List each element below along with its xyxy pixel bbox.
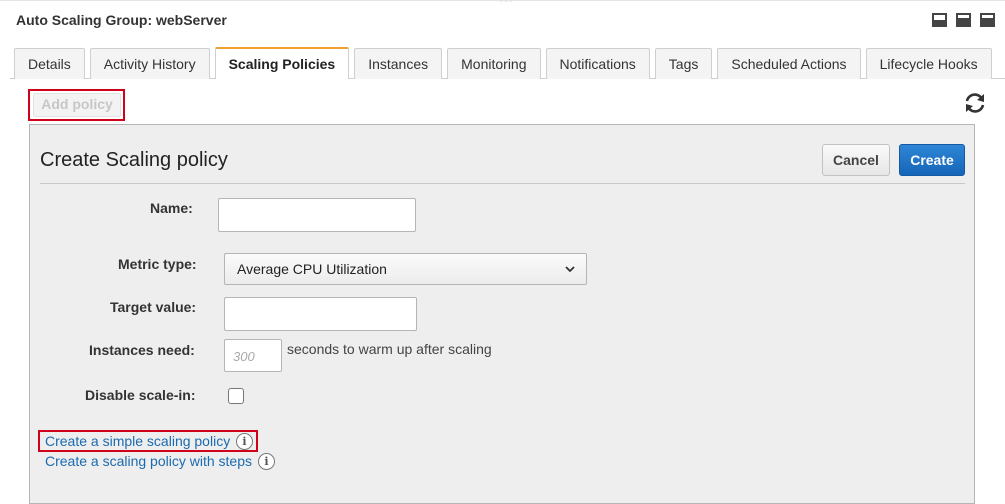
tab-bar: Details Activity History Scaling Policie… <box>14 47 992 79</box>
metric-type-label: Metric type: <box>118 256 197 272</box>
warmup-label: Instances need: <box>89 342 195 358</box>
warmup-suffix: seconds to warm up after scaling <box>287 341 492 357</box>
target-value-input[interactable] <box>224 297 417 331</box>
name-input[interactable] <box>218 198 416 232</box>
metric-type-select[interactable]: Average CPU Utilization <box>224 253 587 285</box>
drag-handle[interactable]: ˙˙˙ <box>500 1 515 10</box>
simple-scaling-policy-link[interactable]: Create a simple scaling policy <box>45 433 230 449</box>
tab-tags[interactable]: Tags <box>654 48 713 79</box>
window-title: Auto Scaling Group: webServer <box>16 12 227 28</box>
window-controls <box>932 13 995 27</box>
panel-title: Create Scaling policy <box>40 149 228 171</box>
cancel-button[interactable]: Cancel <box>822 144 890 176</box>
tab-activity-history[interactable]: Activity History <box>89 48 210 79</box>
tab-scheduled-actions[interactable]: Scheduled Actions <box>717 48 861 79</box>
info-icon[interactable]: i <box>258 453 275 470</box>
target-value-label: Target value: <box>110 299 197 315</box>
disable-scale-in-label: Disable scale-in: <box>85 387 196 403</box>
tab-notifications[interactable]: Notifications <box>545 48 650 79</box>
create-button[interactable]: Create <box>899 144 965 176</box>
add-policy-button[interactable]: Add policy <box>33 93 121 117</box>
disable-scale-in-checkbox[interactable] <box>228 388 244 404</box>
maximize-panel-icon[interactable] <box>980 13 995 27</box>
step-scaling-policy-link[interactable]: Create a scaling policy with steps <box>45 453 252 469</box>
info-icon[interactable]: i <box>236 433 253 450</box>
refresh-icon[interactable] <box>963 92 987 114</box>
panel-divider <box>40 183 965 184</box>
warmup-input[interactable]: 300 <box>224 339 282 372</box>
name-label: Name: <box>150 200 193 216</box>
tab-instances[interactable]: Instances <box>354 48 443 79</box>
tab-scaling-policies[interactable]: Scaling Policies <box>214 47 350 79</box>
tab-monitoring[interactable]: Monitoring <box>447 48 541 79</box>
tab-lifecycle-hooks[interactable]: Lifecycle Hooks <box>865 48 992 79</box>
warmup-placeholder: 300 <box>233 349 255 364</box>
minimize-panel-icon[interactable] <box>932 13 947 27</box>
tab-details[interactable]: Details <box>14 48 85 79</box>
split-panel-icon[interactable] <box>956 13 971 27</box>
chevron-down-icon <box>565 266 575 273</box>
metric-type-value: Average CPU Utilization <box>237 261 387 277</box>
